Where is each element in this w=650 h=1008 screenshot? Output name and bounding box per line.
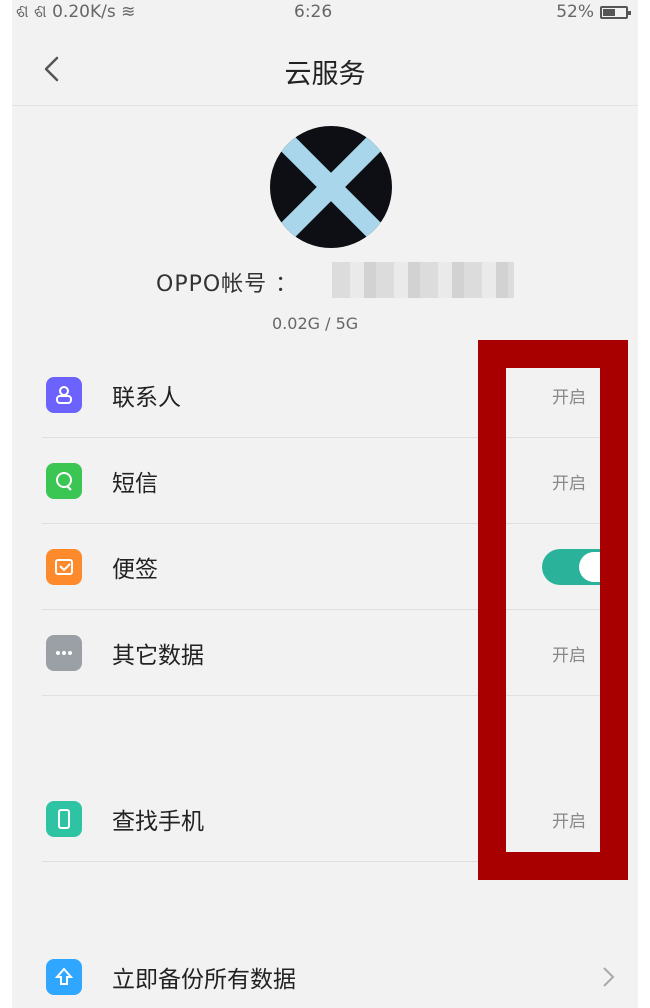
contacts-icon <box>46 377 82 413</box>
row-label: 其它数据 <box>112 643 204 669</box>
network-status: ଶ ଶ 0.20K/s ≋ <box>16 2 136 22</box>
account-label: OPPO帐号 ： <box>156 272 299 297</box>
status-bar: ଶ ଶ 0.20K/s ≋ 6:26 52% <box>12 0 638 30</box>
row-label: 立即备份所有数据 <box>112 967 296 993</box>
notes-icon <box>46 549 82 585</box>
account-id-blurred <box>332 262 514 298</box>
battery-percent: 52% <box>556 2 594 22</box>
profile-section: OPPO帐号 ： 0.02G / 5G <box>12 106 638 352</box>
message-icon <box>46 463 82 499</box>
row-label: 短信 <box>112 471 158 497</box>
more-dots-icon <box>46 635 82 671</box>
chevron-right-icon <box>603 967 615 987</box>
upload-icon <box>46 959 82 995</box>
row-backup-all[interactable]: 立即备份所有数据 <box>12 934 638 1008</box>
avatar-x-icon <box>274 130 388 244</box>
account-row: OPPO帐号 ： <box>156 266 298 298</box>
row-label: 联系人 <box>112 385 181 411</box>
screen: ଶ ଶ 0.20K/s ≋ 6:26 52% 云服务 OPPO帐号 ： 0.02… <box>12 0 638 1008</box>
title-bar: 云服务 <box>12 30 638 106</box>
row-label: 便签 <box>112 557 158 583</box>
battery-icon <box>600 5 631 19</box>
storage-usage: 0.02G / 5G <box>272 314 359 333</box>
page-title: 云服务 <box>284 59 366 90</box>
status-time: 6:26 <box>294 2 333 22</box>
status-right: 52% <box>556 2 631 22</box>
phone-icon <box>46 801 82 837</box>
avatar[interactable] <box>270 126 392 248</box>
row-label: 查找手机 <box>112 809 204 835</box>
highlight-box <box>478 340 628 880</box>
